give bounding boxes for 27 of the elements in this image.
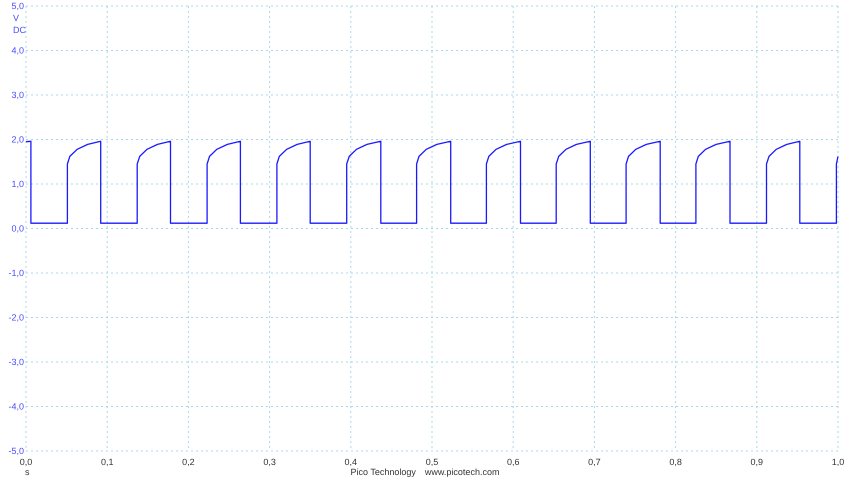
tick-label: 0,2 [182, 457, 195, 467]
tick-label: -5,0 [8, 446, 24, 456]
tick-label: -1,0 [8, 268, 24, 278]
tick-label: 0,3 [263, 457, 276, 467]
tick-label: 0,8 [669, 457, 682, 467]
tick-label: -4,0 [8, 402, 24, 412]
tick-label: 0,9 [750, 457, 764, 467]
tick-label: -3,0 [8, 357, 24, 367]
tick-label: 4,0 [11, 46, 24, 56]
tick-label: 0,0 [11, 224, 24, 234]
tick-label: 0,6 [506, 457, 520, 467]
tick-label: 3,0 [11, 90, 24, 100]
website-text: www.picotech.com [424, 468, 500, 477]
tick-label: 2,0 [11, 134, 24, 144]
tick-label: 0,7 [588, 457, 601, 467]
coupling-label: DC [13, 25, 26, 35]
tick-label: 1,0 [11, 179, 24, 189]
tick-label: 0,4 [344, 457, 358, 467]
axis-unit: V [13, 13, 20, 23]
tick-label: 0,5 [426, 457, 438, 467]
tick-label: 5,0 [11, 1, 24, 11]
tick-label: -2,0 [8, 312, 24, 322]
tick-label: 1,0 [832, 457, 844, 467]
company-name: Pico Technology [350, 468, 416, 477]
tick-label: 0,0 [20, 457, 32, 467]
tick-label: 0,1 [100, 457, 114, 467]
axis-unit: s [25, 467, 30, 477]
